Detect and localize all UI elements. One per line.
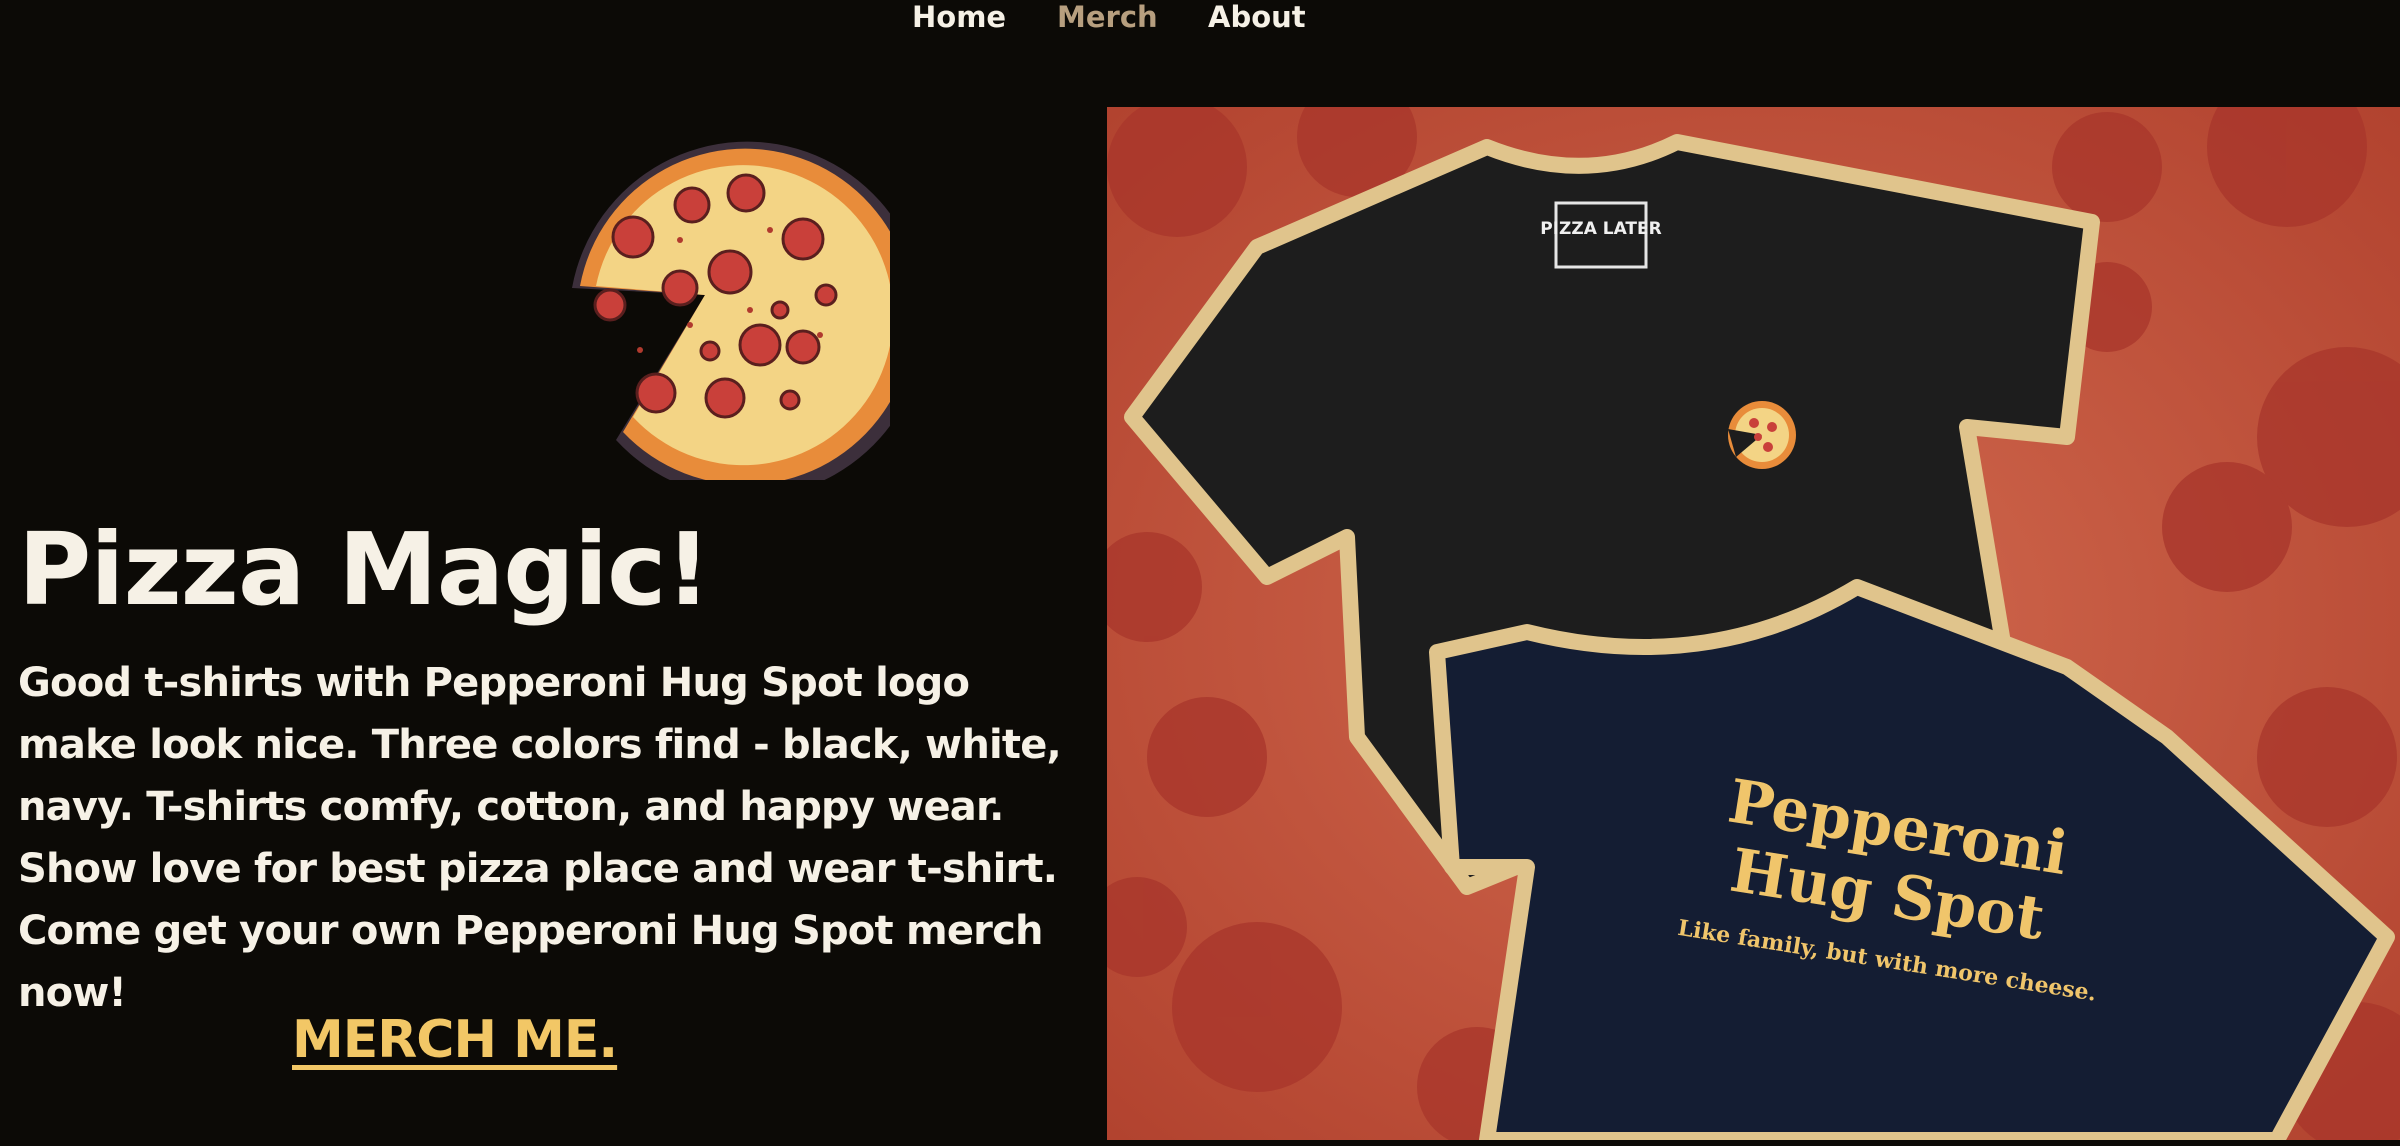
merch-me-link[interactable]: MERCH ME. [292,1006,618,1074]
pizza-logo-icon [572,141,890,480]
nav-about[interactable]: About [1208,0,1306,34]
top-navigation: Home Merch About [0,0,2400,40]
tag-text: PIZZA LATER [1540,219,1661,239]
page-title: Pizza Magic! [18,511,711,628]
hero-description: Good t-shirts with Pepperoni Hug Spot lo… [18,660,1062,1016]
nav-home[interactable]: Home [912,0,1006,34]
nav-merch[interactable]: Merch [1057,0,1158,34]
merch-photo: PIZZA LATER Pepperoni Hug Spot Like fami… [1107,107,2400,1140]
